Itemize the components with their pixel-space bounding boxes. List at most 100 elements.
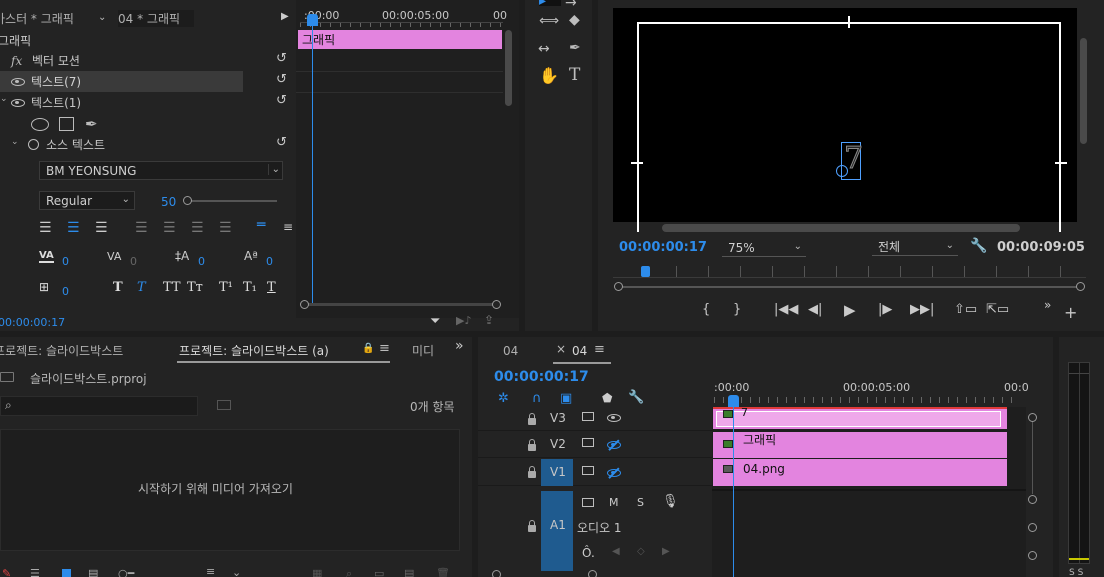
more-icon[interactable]: » [1044,298,1051,312]
freeform-view-icon[interactable]: ▤ [88,567,98,577]
more-tabs-icon[interactable]: » [455,338,464,354]
tracking-icon[interactable]: VA [107,250,121,263]
menu-icon[interactable]: ≡ [379,341,390,356]
toggle-sync-lock-icon[interactable] [582,438,594,447]
timeline-tab-1[interactable]: 04 [503,344,518,358]
reset-icon[interactable]: ↺ [276,72,287,87]
filter-icon[interactable]: ⏷ [430,314,440,329]
microphone-icon[interactable]: 🎙 [662,494,679,509]
pen-mask-icon[interactable]: ✒ [85,115,98,133]
scroll-end-handle[interactable] [1076,282,1085,291]
mute-button[interactable]: M [609,496,619,509]
monitor-zoom-scroll[interactable] [614,282,1086,292]
monitor-playhead[interactable] [641,266,650,277]
new-bin-bottom-icon[interactable]: ▭ [374,567,384,577]
lock-icon[interactable] [528,466,536,478]
add-keyframe-icon[interactable]: ◇ [637,546,645,557]
trash-icon[interactable]: 🗑 [436,567,450,577]
underline-icon[interactable]: T [267,280,276,295]
step-back-icon[interactable]: ◀| [808,302,822,317]
scroll-start-handle[interactable] [614,282,623,291]
toggle-sync-lock-icon[interactable] [582,412,594,421]
new-item-icon[interactable]: ▤ [404,567,414,577]
quality-select[interactable]: 전체 ⌄ [872,238,958,256]
scroll-end-handle[interactable] [588,570,597,577]
automate-icon[interactable]: ▦ [312,567,322,577]
add-button-icon[interactable]: + [1064,303,1077,322]
nest-icon[interactable]: ✲ [498,391,509,406]
pen-tool-icon[interactable]: ✒ [569,41,581,55]
timeline-hscroll[interactable] [492,570,602,577]
reset-icon[interactable]: ↺ [276,135,287,150]
slip-tool-icon[interactable]: ↔ [538,42,550,56]
eye-hidden-icon[interactable] [607,469,621,477]
menu-icon[interactable]: ≡ [283,220,293,234]
icon-view-icon[interactable] [62,569,71,577]
eye-icon[interactable] [607,414,621,422]
play-audio-icon[interactable]: ▶♪ [456,314,471,327]
justify-right-icon[interactable]: ☰ [191,220,204,236]
tracking-value[interactable]: 0 [130,255,137,268]
monitor-timecode[interactable]: 00:00:00:17 [619,240,707,255]
font-family-select[interactable]: BM YEONSUNG ⌄ [39,161,283,180]
project-tab-1[interactable]: 프로젝트: 슬라이드박스트 [0,342,123,359]
vector-motion-row[interactable]: fx 벡터 모션 ↺ [0,50,296,71]
clip-v1[interactable]: 04.png [713,459,1007,486]
monitor-vscroll[interactable] [1080,38,1087,144]
play-icon[interactable]: ▶ [844,301,856,319]
scroll-end-handle[interactable] [492,300,501,309]
kerning-icon[interactable]: VA [39,250,54,263]
go-to-out-icon[interactable]: ▶▶| [910,302,934,317]
kerning-value[interactable]: 0 [62,255,69,268]
baseline-icon[interactable]: ‡A [175,249,189,263]
sequence-clip-tab[interactable]: 04 * 그래픽 [118,10,194,27]
track-header-v2[interactable]: V2 [478,432,712,458]
volume-icon[interactable]: Ô. [582,546,595,560]
italic-icon[interactable]: T [137,280,146,295]
baseline-value[interactable]: 0 [198,255,205,268]
font-size-slider[interactable] [183,196,277,206]
go-to-in-icon[interactable]: |◀◀ [774,302,798,317]
razor-tool-icon[interactable]: ◆ [569,13,580,27]
hand-tool-icon[interactable]: ✋ [539,68,559,84]
subscript-icon[interactable]: T₁ [243,280,257,295]
superscript-icon[interactable]: T¹ [219,280,233,295]
track-header-a1[interactable]: A1 M S 🎙 오디오 1 Ô. ◀ ◇ ▶ [478,491,712,577]
source-text-row[interactable]: ⌄ 소스 텍스트 ↺ [0,134,296,155]
anchor-point-icon[interactable] [836,165,848,177]
align-left-icon[interactable]: ☰ [39,220,52,236]
toggle-sync-lock-icon[interactable] [582,466,594,475]
project-tab-3[interactable]: 미디 [412,342,434,359]
horizontal-scrollbar[interactable] [300,300,503,309]
rectangle-mask-icon[interactable] [59,117,74,131]
track-header-v1[interactable]: V1 [478,459,712,486]
mark-out-icon[interactable]: } [733,302,741,317]
playhead[interactable] [312,14,313,304]
justify-center-icon[interactable]: ☰ [163,220,176,236]
all-caps-icon[interactable]: TT [163,280,181,295]
timeline-timecode[interactable]: 00:00:00:17 [494,369,589,385]
step-forward-icon[interactable]: |▶ [878,302,892,317]
find-icon[interactable]: ⌕ [346,567,352,577]
ripple-edit-icon[interactable]: ⟺ [539,14,559,28]
close-tab-icon[interactable]: × [556,342,566,356]
align-center-icon[interactable]: ☰ [67,220,80,236]
media-drop-area[interactable]: 시작하기 위해 미디어 가져오기 [0,429,460,551]
scroll-start-handle[interactable] [492,570,501,577]
lift-icon[interactable]: ⇧▭ [954,302,977,317]
toggle-sync-lock-icon[interactable] [582,498,594,507]
mark-in-icon[interactable]: { [702,302,710,317]
small-caps-icon[interactable]: Tт [187,280,203,295]
font-size-value[interactable]: 50 [161,195,176,209]
justify-left-icon[interactable]: ☰ [135,220,148,236]
clip-v3[interactable]: 7 [713,406,1007,429]
chevron-down-icon[interactable]: ⌄ [232,566,241,577]
monitor-hscroll[interactable] [662,224,1020,232]
marker-icon[interactable]: ⬟ [602,391,612,405]
solo-button[interactable]: S [637,496,644,509]
clip-v2[interactable]: 그래픽 [713,432,1007,458]
snap-icon[interactable]: ∩ [532,391,542,406]
timeline-tab-2[interactable]: 04 [572,344,587,358]
list-view-icon[interactable]: ☰ [30,567,40,577]
export-icon[interactable]: ⇪ [484,313,494,327]
